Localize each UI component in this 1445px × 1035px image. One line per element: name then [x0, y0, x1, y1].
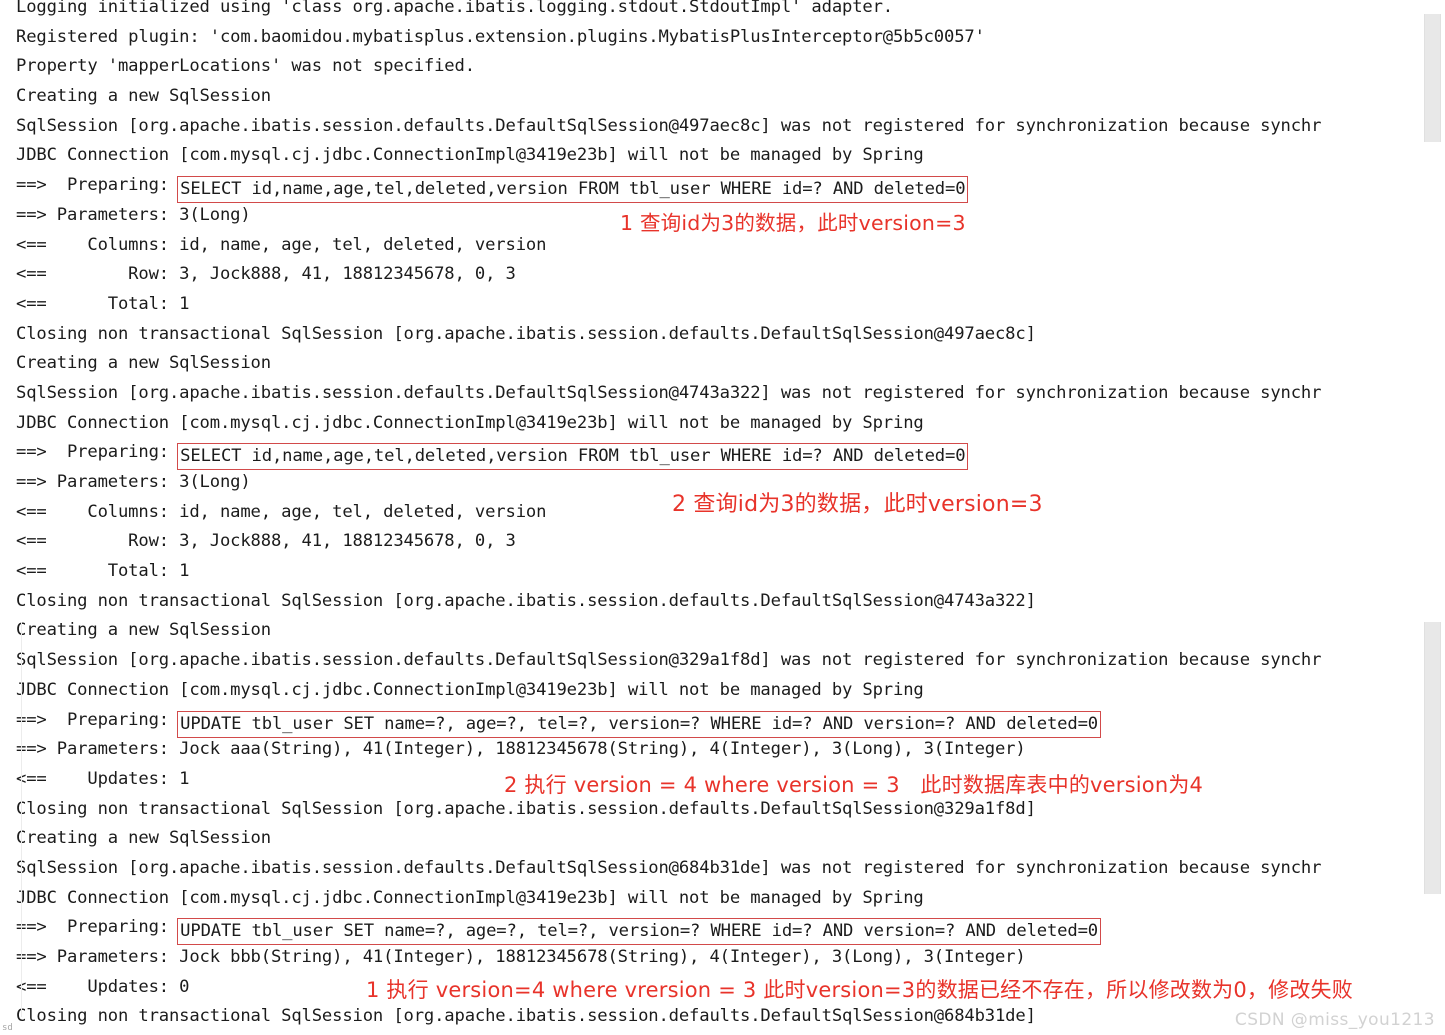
log-line: SqlSession [org.apache.ibatis.session.de… [16, 379, 1420, 409]
log-line-text: SqlSession [org.apache.ibatis.session.de… [16, 650, 1322, 671]
log-line-prefix: ==> Preparing: [16, 175, 180, 196]
log-line: Creating a new SqlSession [16, 82, 1420, 112]
log-line: ==> Parameters: Jock bbb(String), 41(Int… [16, 943, 1420, 973]
log-line-text: <== Row: 3, Jock888, 41, 18812345678, 0,… [16, 264, 516, 285]
log-line: Logging initialized using 'class org.apa… [16, 0, 1420, 23]
log-line-text: JDBC Connection [com.mysql.cj.jdbc.Conne… [16, 887, 924, 908]
log-line-text: SqlSession [org.apache.ibatis.session.de… [16, 857, 1322, 878]
log-line-text: Logging initialized using 'class org.apa… [16, 0, 894, 17]
log-line: <== Row: 3, Jock888, 41, 18812345678, 0,… [16, 260, 1420, 290]
log-line: <== Row: 3, Jock888, 41, 18812345678, 0,… [16, 527, 1420, 557]
log-line: Creating a new SqlSession [16, 349, 1420, 379]
log-line-text: Registered plugin: 'com.baomidou.mybatis… [16, 26, 985, 47]
csdn-watermark: CSDN @miss_you1213 [1234, 1010, 1435, 1030]
log-line-text: Creating a new SqlSession [16, 86, 271, 107]
log-line-text: <== Total: 1 [16, 293, 190, 314]
log-line-text: ==> Parameters: Jock aaa(String), 41(Int… [16, 739, 1026, 760]
log-line: Creating a new SqlSession [16, 616, 1420, 646]
log-line-prefix: ==> Preparing: [16, 917, 180, 938]
log-line: JDBC Connection [com.mysql.cj.jdbc.Conne… [16, 676, 1420, 706]
red-annotation: 2 查询id为3的数据，此时version=3 [672, 492, 1043, 517]
log-line: Closing non transactional SqlSession [or… [16, 320, 1420, 350]
log-line: SqlSession [org.apache.ibatis.session.de… [16, 646, 1420, 676]
log-line: JDBC Connection [com.mysql.cj.jdbc.Conne… [16, 409, 1420, 439]
log-line-text: JDBC Connection [com.mysql.cj.jdbc.Conne… [16, 679, 924, 700]
highlighted-sql-statement: SELECT id,name,age,tel,deleted,version F… [177, 443, 969, 471]
log-line-text: JDBC Connection [com.mysql.cj.jdbc.Conne… [16, 145, 924, 166]
log-line-prefix: ==> Preparing: [16, 442, 180, 463]
highlighted-sql-statement: SELECT id,name,age,tel,deleted,version F… [177, 176, 969, 204]
log-line: ==> Parameters: Jock aaa(String), 41(Int… [16, 735, 1420, 765]
log-line-text: JDBC Connection [com.mysql.cj.jdbc.Conne… [16, 412, 924, 433]
log-line: Creating a new SqlSession [16, 824, 1420, 854]
log-line-text: SqlSession [org.apache.ibatis.session.de… [16, 115, 1322, 136]
red-annotation: 2 执行 version = 4 where version = 3 此时数据库… [504, 773, 1204, 797]
vertical-scrollbar[interactable] [1420, 0, 1442, 1035]
highlighted-sql-statement: UPDATE tbl_user SET name=?, age=?, tel=?… [177, 918, 1101, 946]
log-line: ==> Preparing: UPDATE tbl_user SET name=… [16, 913, 1420, 946]
log-line: Closing non transactional SqlSession [or… [16, 795, 1420, 825]
log-line: Registered plugin: 'com.baomidou.mybatis… [16, 23, 1420, 53]
corner-note: sd [2, 1023, 13, 1033]
log-line-text: Creating a new SqlSession [16, 828, 271, 849]
log-line-text: <== Columns: id, name, age, tel, deleted… [16, 234, 547, 255]
red-annotation: 1 执行 version=4 where vrersion = 3 此时vers… [366, 978, 1353, 1002]
log-line-text: ==> Parameters: 3(Long) [16, 472, 251, 492]
log-line: ==> Preparing: SELECT id,name,age,tel,de… [16, 438, 1420, 471]
log-line-text: Creating a new SqlSession [16, 620, 271, 641]
red-annotation: 1 查询id为3的数据，此时version=3 [620, 211, 966, 235]
log-line-text: Closing non transactional SqlSession [or… [16, 798, 1036, 819]
log-line-text: <== Updates: 0 [16, 976, 190, 997]
log-line-text: Property 'mapperLocations' was not speci… [16, 56, 475, 77]
log-line-text: <== Total: 1 [16, 561, 190, 582]
log-line-text: Closing non transactional SqlSession [or… [16, 590, 1036, 611]
scrollbar-edge-line [21, 622, 22, 1017]
log-line: ==> Preparing: SELECT id,name,age,tel,de… [16, 171, 1420, 204]
log-line: SqlSession [org.apache.ibatis.session.de… [16, 112, 1420, 142]
log-line-text: <== Row: 3, Jock888, 41, 18812345678, 0,… [16, 531, 516, 552]
highlighted-sql-statement: UPDATE tbl_user SET name=?, age=?, tel=?… [177, 710, 1101, 738]
scrollbar-thumb-lower[interactable] [1424, 622, 1441, 894]
log-line-text: <== Updates: 1 [16, 768, 190, 789]
log-line-text: <== Columns: id, name, age, tel, deleted… [16, 501, 547, 522]
console-output-panel[interactable]: Logging initialized using 'class org.apa… [0, 0, 1445, 1035]
log-line: JDBC Connection [com.mysql.cj.jdbc.Conne… [16, 141, 1420, 171]
log-line: <== Total: 1 [16, 290, 1420, 320]
log-line: Closing non transactional SqlSession [or… [16, 1002, 1420, 1032]
log-line: ==> Preparing: UPDATE tbl_user SET name=… [16, 706, 1420, 738]
log-line: Property 'mapperLocations' was not speci… [16, 52, 1420, 82]
log-line-text: Creating a new SqlSession [16, 353, 271, 374]
log-line: Closing non transactional SqlSession [or… [16, 587, 1420, 617]
log-line-text: SqlSession [org.apache.ibatis.session.de… [16, 382, 1322, 403]
log-line-text: Closing non transactional SqlSession [or… [16, 323, 1036, 344]
log-line: JDBC Connection [com.mysql.cj.jdbc.Conne… [16, 884, 1420, 914]
log-line: <== Total: 1 [16, 557, 1420, 587]
log-line: SqlSession [org.apache.ibatis.session.de… [16, 854, 1420, 884]
log-line-text: ==> Parameters: 3(Long) [16, 204, 251, 225]
scrollbar-thumb-upper[interactable] [1424, 14, 1441, 142]
log-line-prefix: ==> Preparing: [16, 709, 180, 730]
log-line-text: Closing non transactional SqlSession [or… [16, 1006, 1036, 1027]
log-line-text: ==> Parameters: Jock bbb(String), 41(Int… [16, 947, 1026, 967]
